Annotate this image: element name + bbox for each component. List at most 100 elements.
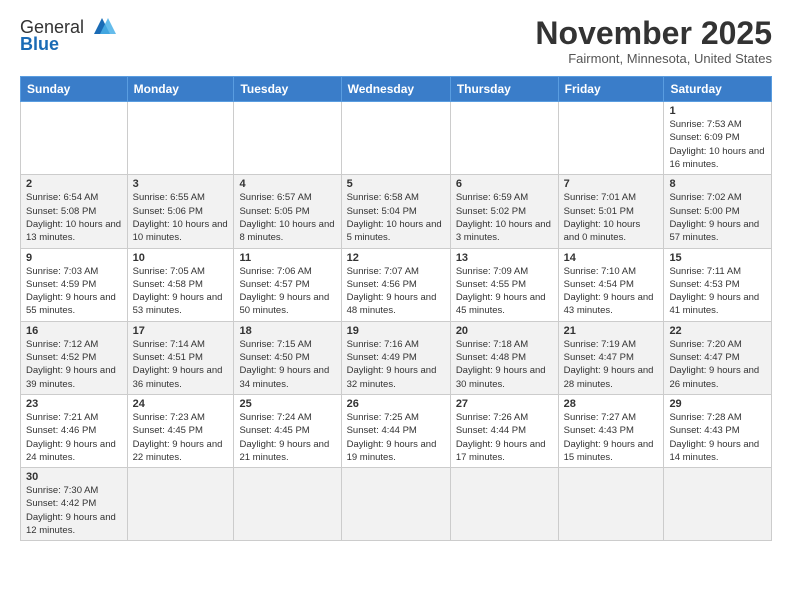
day-number: 24 (133, 398, 229, 410)
header-saturday: Saturday (664, 77, 772, 102)
calendar-cell: 5Sunrise: 6:58 AM Sunset: 5:04 PM Daylig… (341, 175, 450, 248)
calendar-cell: 16Sunrise: 7:12 AM Sunset: 4:52 PM Dayli… (21, 321, 128, 394)
logo: General Blue (20, 16, 118, 55)
calendar-cell: 10Sunrise: 7:05 AM Sunset: 4:58 PM Dayli… (127, 248, 234, 321)
day-info: Sunrise: 7:23 AM Sunset: 4:45 PM Dayligh… (133, 411, 229, 464)
day-number: 1 (669, 105, 766, 117)
day-number: 13 (456, 252, 553, 264)
calendar-week-row: 16Sunrise: 7:12 AM Sunset: 4:52 PM Dayli… (21, 321, 772, 394)
day-number: 19 (347, 325, 445, 337)
day-number: 26 (347, 398, 445, 410)
calendar-cell (558, 102, 664, 175)
calendar-cell (341, 102, 450, 175)
day-info: Sunrise: 7:07 AM Sunset: 4:56 PM Dayligh… (347, 265, 445, 318)
day-number: 29 (669, 398, 766, 410)
calendar-cell: 15Sunrise: 7:11 AM Sunset: 4:53 PM Dayli… (664, 248, 772, 321)
logo-blue-text: Blue (20, 34, 59, 55)
calendar-cell: 25Sunrise: 7:24 AM Sunset: 4:45 PM Dayli… (234, 394, 341, 467)
day-info: Sunrise: 7:20 AM Sunset: 4:47 PM Dayligh… (669, 338, 766, 391)
day-number: 5 (347, 178, 445, 190)
day-info: Sunrise: 7:27 AM Sunset: 4:43 PM Dayligh… (564, 411, 659, 464)
day-number: 6 (456, 178, 553, 190)
day-info: Sunrise: 7:12 AM Sunset: 4:52 PM Dayligh… (26, 338, 122, 391)
day-number: 17 (133, 325, 229, 337)
calendar-cell: 9Sunrise: 7:03 AM Sunset: 4:59 PM Daylig… (21, 248, 128, 321)
day-number: 30 (26, 471, 122, 483)
calendar-cell (127, 468, 234, 541)
calendar-table: Sunday Monday Tuesday Wednesday Thursday… (20, 76, 772, 541)
day-number: 3 (133, 178, 229, 190)
day-number: 22 (669, 325, 766, 337)
calendar-cell (450, 468, 558, 541)
day-number: 14 (564, 252, 659, 264)
calendar-cell (558, 468, 664, 541)
day-info: Sunrise: 7:26 AM Sunset: 4:44 PM Dayligh… (456, 411, 553, 464)
calendar-cell: 13Sunrise: 7:09 AM Sunset: 4:55 PM Dayli… (450, 248, 558, 321)
day-number: 10 (133, 252, 229, 264)
calendar-cell: 19Sunrise: 7:16 AM Sunset: 4:49 PM Dayli… (341, 321, 450, 394)
calendar-cell: 20Sunrise: 7:18 AM Sunset: 4:48 PM Dayli… (450, 321, 558, 394)
calendar-cell: 30Sunrise: 7:30 AM Sunset: 4:42 PM Dayli… (21, 468, 128, 541)
day-number: 18 (239, 325, 335, 337)
day-info: Sunrise: 6:55 AM Sunset: 5:06 PM Dayligh… (133, 191, 229, 244)
calendar-cell: 8Sunrise: 7:02 AM Sunset: 5:00 PM Daylig… (664, 175, 772, 248)
day-number: 27 (456, 398, 553, 410)
header-tuesday: Tuesday (234, 77, 341, 102)
calendar-cell (450, 102, 558, 175)
month-title: November 2025 (535, 16, 772, 51)
calendar-week-row: 1Sunrise: 7:53 AM Sunset: 6:09 PM Daylig… (21, 102, 772, 175)
day-number: 7 (564, 178, 659, 190)
calendar-week-row: 30Sunrise: 7:30 AM Sunset: 4:42 PM Dayli… (21, 468, 772, 541)
day-info: Sunrise: 7:10 AM Sunset: 4:54 PM Dayligh… (564, 265, 659, 318)
day-info: Sunrise: 7:06 AM Sunset: 4:57 PM Dayligh… (239, 265, 335, 318)
day-number: 4 (239, 178, 335, 190)
day-number: 15 (669, 252, 766, 264)
calendar-cell (234, 468, 341, 541)
day-info: Sunrise: 7:28 AM Sunset: 4:43 PM Dayligh… (669, 411, 766, 464)
calendar-cell: 6Sunrise: 6:59 AM Sunset: 5:02 PM Daylig… (450, 175, 558, 248)
calendar-cell: 18Sunrise: 7:15 AM Sunset: 4:50 PM Dayli… (234, 321, 341, 394)
calendar-week-row: 23Sunrise: 7:21 AM Sunset: 4:46 PM Dayli… (21, 394, 772, 467)
calendar-cell (127, 102, 234, 175)
calendar-cell: 12Sunrise: 7:07 AM Sunset: 4:56 PM Dayli… (341, 248, 450, 321)
day-info: Sunrise: 6:59 AM Sunset: 5:02 PM Dayligh… (456, 191, 553, 244)
day-number: 12 (347, 252, 445, 264)
calendar-cell: 26Sunrise: 7:25 AM Sunset: 4:44 PM Dayli… (341, 394, 450, 467)
day-info: Sunrise: 7:24 AM Sunset: 4:45 PM Dayligh… (239, 411, 335, 464)
day-info: Sunrise: 7:16 AM Sunset: 4:49 PM Dayligh… (347, 338, 445, 391)
day-number: 28 (564, 398, 659, 410)
day-number: 25 (239, 398, 335, 410)
day-info: Sunrise: 7:02 AM Sunset: 5:00 PM Dayligh… (669, 191, 766, 244)
calendar-cell: 29Sunrise: 7:28 AM Sunset: 4:43 PM Dayli… (664, 394, 772, 467)
header-monday: Monday (127, 77, 234, 102)
day-info: Sunrise: 7:53 AM Sunset: 6:09 PM Dayligh… (669, 118, 766, 171)
calendar-cell (341, 468, 450, 541)
day-info: Sunrise: 6:58 AM Sunset: 5:04 PM Dayligh… (347, 191, 445, 244)
day-info: Sunrise: 6:57 AM Sunset: 5:05 PM Dayligh… (239, 191, 335, 244)
day-number: 11 (239, 252, 335, 264)
header-wednesday: Wednesday (341, 77, 450, 102)
calendar-cell: 2Sunrise: 6:54 AM Sunset: 5:08 PM Daylig… (21, 175, 128, 248)
calendar-cell: 17Sunrise: 7:14 AM Sunset: 4:51 PM Dayli… (127, 321, 234, 394)
day-info: Sunrise: 7:01 AM Sunset: 5:01 PM Dayligh… (564, 191, 659, 244)
day-info: Sunrise: 7:30 AM Sunset: 4:42 PM Dayligh… (26, 484, 122, 537)
day-number: 16 (26, 325, 122, 337)
day-number: 21 (564, 325, 659, 337)
calendar-cell: 24Sunrise: 7:23 AM Sunset: 4:45 PM Dayli… (127, 394, 234, 467)
day-info: Sunrise: 7:21 AM Sunset: 4:46 PM Dayligh… (26, 411, 122, 464)
day-info: Sunrise: 7:03 AM Sunset: 4:59 PM Dayligh… (26, 265, 122, 318)
calendar-week-row: 9Sunrise: 7:03 AM Sunset: 4:59 PM Daylig… (21, 248, 772, 321)
header: General Blue November 2025 Fairmont, Min… (20, 16, 772, 66)
calendar-cell: 28Sunrise: 7:27 AM Sunset: 4:43 PM Dayli… (558, 394, 664, 467)
title-block: November 2025 Fairmont, Minnesota, Unite… (535, 16, 772, 66)
calendar-cell: 7Sunrise: 7:01 AM Sunset: 5:01 PM Daylig… (558, 175, 664, 248)
calendar-cell: 27Sunrise: 7:26 AM Sunset: 4:44 PM Dayli… (450, 394, 558, 467)
header-thursday: Thursday (450, 77, 558, 102)
day-info: Sunrise: 7:19 AM Sunset: 4:47 PM Dayligh… (564, 338, 659, 391)
day-number: 2 (26, 178, 122, 190)
header-friday: Friday (558, 77, 664, 102)
day-info: Sunrise: 7:09 AM Sunset: 4:55 PM Dayligh… (456, 265, 553, 318)
day-number: 20 (456, 325, 553, 337)
calendar-cell (21, 102, 128, 175)
day-number: 8 (669, 178, 766, 190)
